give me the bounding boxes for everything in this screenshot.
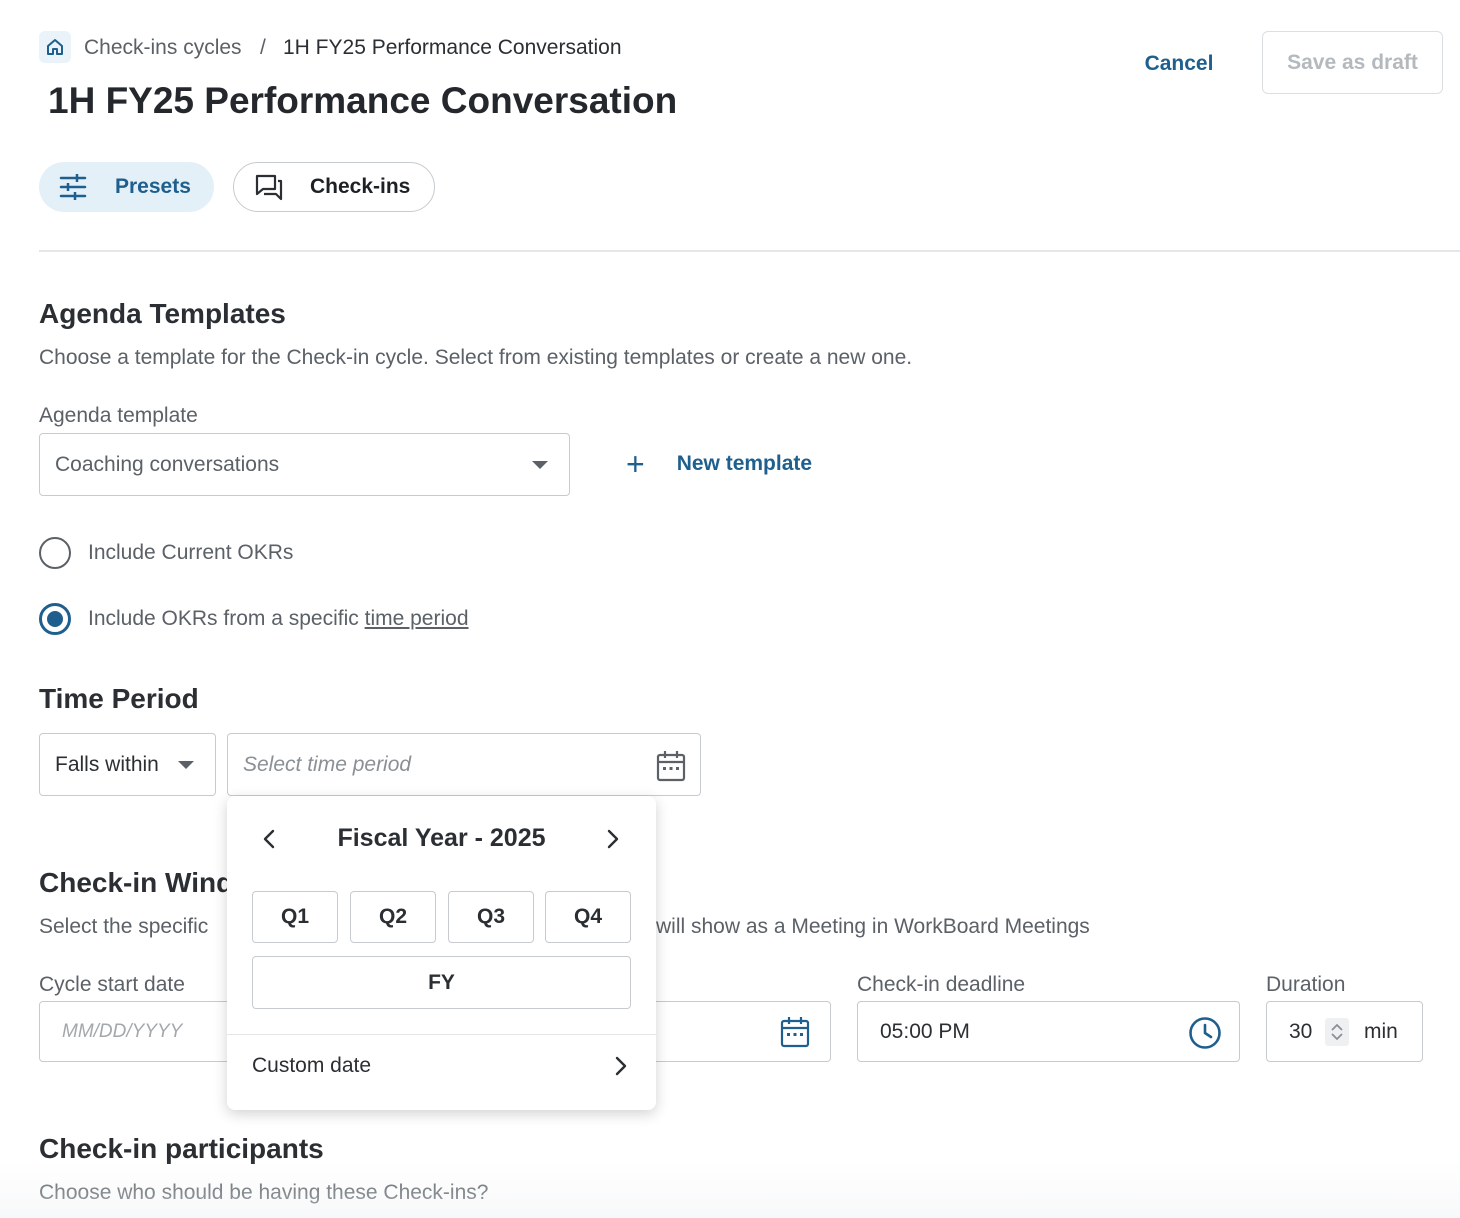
check-in-window-description-left: Select the specific (39, 915, 209, 938)
tab-check-ins-label: Check-ins (310, 175, 411, 198)
check-in-window-heading: Check-in Wind (39, 867, 234, 898)
new-template-button[interactable]: + New template (626, 448, 812, 480)
radio-include-specific-period[interactable] (39, 603, 71, 635)
caret-down-icon (178, 761, 194, 769)
tab-presets-label: Presets (115, 175, 191, 198)
custom-date-option[interactable]: Custom date (252, 1051, 631, 1081)
cycle-start-date-input[interactable]: MM/DD/YYYY (39, 1001, 239, 1062)
home-icon (47, 39, 63, 55)
popover-divider (227, 1034, 656, 1035)
cancel-button[interactable]: Cancel (1124, 44, 1234, 84)
full-year-button[interactable]: FY (252, 956, 631, 1009)
check-in-deadline-value: 05:00 PM (880, 1019, 970, 1043)
time-period-heading: Time Period (39, 683, 199, 714)
custom-date-label: Custom date (252, 1054, 372, 1077)
clock-icon[interactable] (1188, 1016, 1222, 1050)
tab-presets[interactable]: Presets (39, 162, 214, 212)
check-in-window-description-right: will show as a Meeting in WorkBoard Meet… (656, 915, 1090, 938)
cycle-start-date-label: Cycle start date (39, 973, 185, 996)
fiscal-year-title: Fiscal Year - 2025 (337, 824, 546, 852)
breadcrumb-current: 1H FY25 Performance Conversation (283, 36, 622, 59)
time-period-popover: Fiscal Year - 2025 Q1 Q2 Q3 Q4 FY Custom… (227, 796, 656, 1110)
sliders-icon (59, 172, 89, 202)
home-icon-button[interactable] (39, 31, 71, 63)
cycle-end-date-input[interactable] (640, 1001, 831, 1062)
radio-include-specific-period-label: Include OKRs from a specific time period (88, 607, 469, 631)
chevron-up-icon[interactable] (1331, 1023, 1343, 1032)
agenda-templates-heading: Agenda Templates (39, 298, 286, 329)
quarter-q4-button[interactable]: Q4 (545, 891, 631, 943)
time-period-condition-value: Falls within (55, 752, 159, 776)
chevron-down-icon[interactable] (1331, 1032, 1343, 1041)
time-period-input[interactable]: Select time period (227, 733, 701, 796)
participants-heading: Check-in participants (39, 1133, 324, 1164)
chat-bubbles-icon (254, 172, 284, 202)
duration-unit: min (1364, 1020, 1398, 1043)
time-period-condition-select[interactable]: Falls within (39, 733, 216, 796)
quarter-q1-button[interactable]: Q1 (252, 891, 338, 943)
agenda-templates-description: Choose a template for the Check-in cycle… (39, 346, 913, 369)
caret-down-icon (532, 461, 548, 469)
radio-include-current-okrs-label: Include Current OKRs (88, 541, 294, 564)
quarter-q2-button[interactable]: Q2 (350, 891, 436, 943)
quarter-q3-button[interactable]: Q3 (448, 891, 534, 943)
agenda-template-value: Coaching conversations (55, 452, 280, 476)
time-period-placeholder: Select time period (243, 752, 412, 776)
time-period-link[interactable]: time period (365, 607, 469, 630)
header-divider (39, 250, 1460, 252)
calendar-icon[interactable] (780, 1016, 810, 1048)
chevron-right-icon (615, 1056, 627, 1076)
calendar-icon[interactable] (656, 750, 686, 782)
agenda-template-select[interactable]: Coaching conversations (39, 433, 570, 496)
chevron-right-icon[interactable] (601, 828, 623, 850)
breadcrumb-checkins-cycles[interactable]: Check-ins cycles (84, 36, 242, 60)
radio-include-current-okrs[interactable] (39, 537, 71, 569)
duration-value: 30 (1289, 1019, 1313, 1043)
duration-input[interactable]: 30 min (1266, 1001, 1423, 1062)
cycle-start-date-placeholder: MM/DD/YYYY (62, 1020, 183, 1042)
breadcrumb-separator: / (260, 36, 266, 59)
agenda-template-label: Agenda template (39, 404, 198, 427)
duration-stepper[interactable] (1325, 1018, 1349, 1046)
new-template-label: New template (676, 452, 813, 475)
check-in-deadline-input[interactable]: 05:00 PM (857, 1001, 1240, 1062)
check-in-deadline-label: Check-in deadline (857, 973, 1026, 996)
radio-specific-prefix: Include OKRs from a specific (88, 607, 365, 630)
tab-check-ins[interactable]: Check-ins (233, 162, 435, 212)
save-as-draft-button[interactable]: Save as draft (1262, 31, 1443, 94)
participants-description: Choose who should be having these Check-… (39, 1181, 489, 1204)
duration-label: Duration (1266, 973, 1346, 996)
plus-icon: + (626, 446, 645, 482)
page-title: 1H FY25 Performance Conversation (48, 80, 678, 121)
